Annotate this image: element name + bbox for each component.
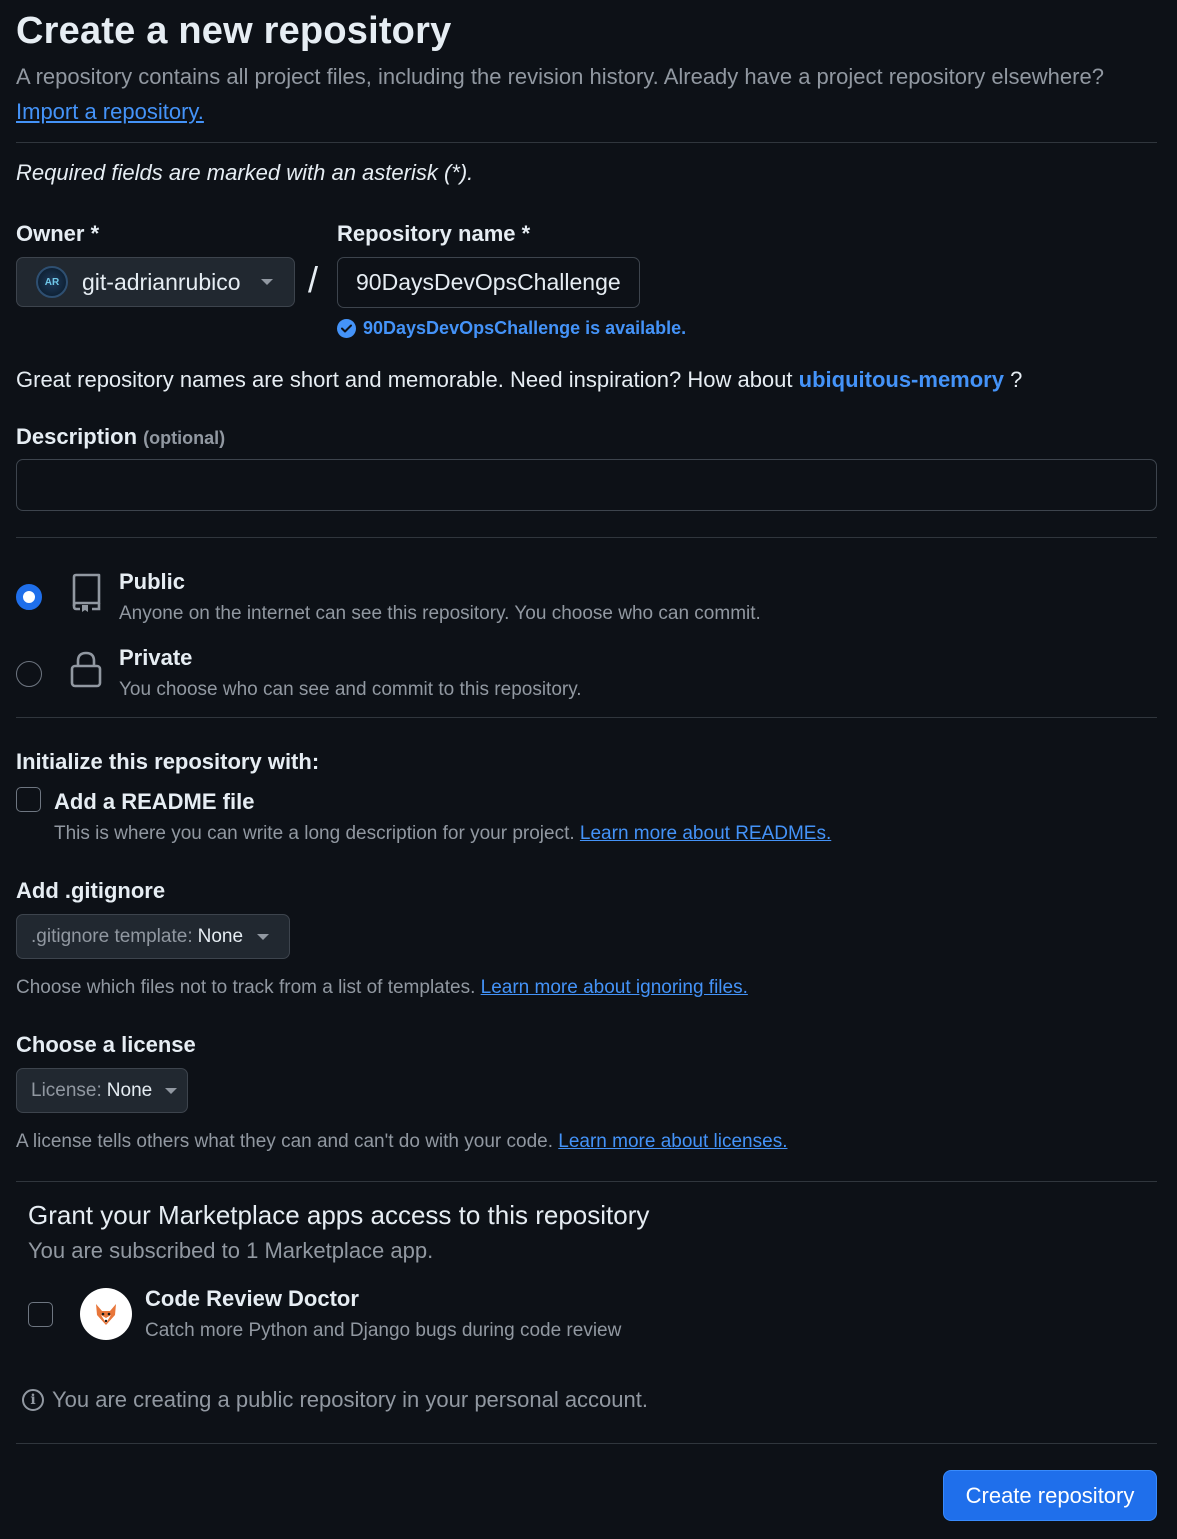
- private-title: Private: [119, 645, 193, 670]
- lock-icon: [70, 651, 102, 688]
- chevron-down-icon: [165, 1087, 178, 1094]
- description-label-text: Description: [16, 424, 138, 449]
- avatar: AR: [36, 266, 68, 298]
- initialize-heading: Initialize this repository with:: [16, 749, 320, 774]
- public-description: Anyone on the internet can see this repo…: [119, 603, 761, 624]
- marketplace-app-name: Code Review Doctor: [145, 1286, 359, 1311]
- gitignore-select-prefix: .gitignore template:: [31, 925, 193, 947]
- owner-label: Owner *: [16, 221, 100, 246]
- license-help-text: A license tells others what they can and…: [16, 1131, 553, 1152]
- readme-checkbox[interactable]: [16, 787, 41, 812]
- fox-logo-icon: [80, 1288, 132, 1340]
- marketplace-subtitle: You are subscribed to 1 Marketplace app.: [28, 1238, 434, 1263]
- divider: [16, 1181, 1157, 1182]
- check-circle-icon: [337, 319, 356, 338]
- readme-help: This is where you can write a long descr…: [54, 823, 831, 845]
- repository-name-input[interactable]: [337, 257, 640, 308]
- repository-name-label: Repository name *: [337, 221, 531, 246]
- public-repo-notice-text: You are creating a public repository in …: [52, 1387, 648, 1412]
- inspiration-suffix: ?: [1010, 367, 1023, 392]
- readme-help-text: This is where you can write a long descr…: [54, 823, 575, 844]
- public-title: Public: [119, 569, 186, 594]
- license-help: A license tells others what they can and…: [16, 1131, 787, 1153]
- gitignore-learn-more-link[interactable]: Learn more about ignoring files.: [481, 977, 748, 998]
- owner-repo-separator: /: [308, 259, 319, 300]
- license-heading: Choose a license: [16, 1032, 196, 1057]
- create-repository-button[interactable]: Create repository: [943, 1470, 1157, 1521]
- optional-tag: (optional): [143, 428, 226, 448]
- gitignore-help: Choose which files not to track from a l…: [16, 977, 748, 999]
- gitignore-heading: Add .gitignore: [16, 878, 166, 903]
- public-radio[interactable]: [16, 584, 42, 610]
- gitignore-template-select[interactable]: .gitignore template: None: [16, 914, 290, 959]
- divider: [16, 1443, 1157, 1444]
- private-radio[interactable]: [16, 661, 42, 687]
- description-input[interactable]: [16, 459, 1157, 511]
- import-repository-link[interactable]: Import a repository.: [16, 99, 204, 125]
- availability-text: 90DaysDevOpsChallenge is available.: [363, 318, 687, 338]
- marketplace-app-checkbox[interactable]: [28, 1302, 53, 1327]
- availability-message: 90DaysDevOpsChallenge is available.: [337, 318, 686, 339]
- divider: [16, 537, 1157, 538]
- marketplace-title: Grant your Marketplace apps access to th…: [28, 1200, 650, 1230]
- readme-learn-more-link[interactable]: Learn more about READMEs.: [580, 823, 831, 844]
- readme-label: Add a README file: [54, 789, 255, 814]
- license-select[interactable]: License: None: [16, 1068, 188, 1113]
- description-label: Description (optional): [16, 424, 225, 450]
- name-inspiration: Great repository names are short and mem…: [16, 367, 1022, 393]
- divider: [16, 142, 1157, 143]
- required-fields-note: Required fields are marked with an aster…: [16, 160, 474, 185]
- page-title: Create a new repository: [16, 10, 452, 52]
- owner-name: git-adrianrubico: [82, 268, 241, 295]
- repo-icon: [72, 573, 101, 612]
- suggested-name-link[interactable]: ubiquitous-memory: [799, 367, 1004, 392]
- chevron-down-icon: [257, 933, 270, 940]
- license-select-prefix: License:: [31, 1079, 102, 1101]
- license-learn-more-link[interactable]: Learn more about licenses.: [558, 1131, 787, 1152]
- page-subtitle: A repository contains all project files,…: [16, 64, 1104, 89]
- inspiration-text: Great repository names are short and mem…: [16, 367, 793, 392]
- chevron-down-icon: [260, 279, 273, 285]
- owner-select[interactable]: AR git-adrianrubico: [16, 257, 295, 307]
- private-description: You choose who can see and commit to thi…: [119, 679, 582, 700]
- marketplace-app-description: Catch more Python and Django bugs during…: [145, 1320, 622, 1341]
- gitignore-help-text: Choose which files not to track from a l…: [16, 977, 476, 998]
- public-repo-notice: i You are creating a public repository i…: [22, 1387, 648, 1413]
- divider: [16, 717, 1157, 718]
- info-icon: i: [22, 1389, 44, 1411]
- gitignore-select-value: None: [197, 925, 244, 947]
- license-select-value: None: [106, 1079, 153, 1101]
